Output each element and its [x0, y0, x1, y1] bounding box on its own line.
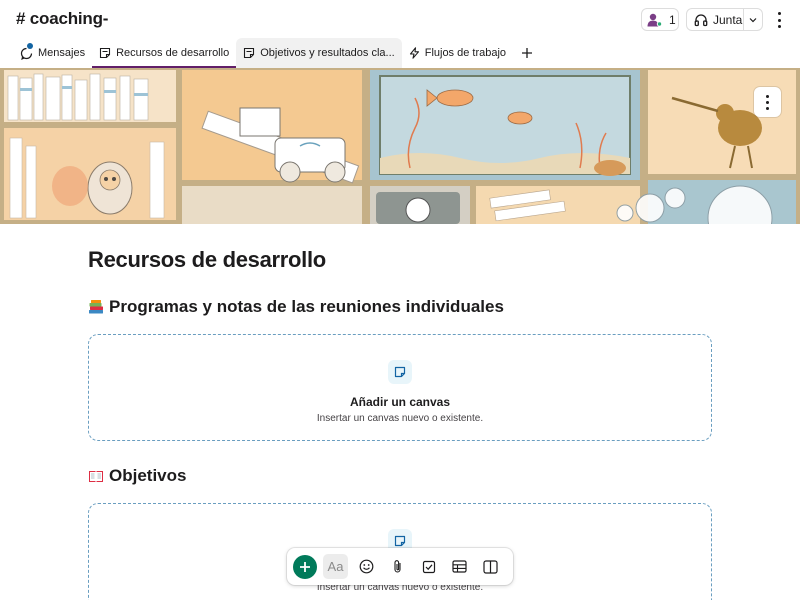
add-canvas-placeholder[interactable]: Añadir un canvas Insertar un canvas nuev…: [88, 334, 712, 441]
member-avatar-icon: [647, 13, 663, 27]
emoji-button[interactable]: [354, 554, 379, 579]
member-count: 1: [669, 12, 676, 27]
insert-button[interactable]: [293, 554, 317, 579]
channel-title[interactable]: # coaching-: [16, 9, 108, 29]
huddle-button[interactable]: Junta: [686, 8, 763, 31]
checklist-button[interactable]: [416, 554, 441, 579]
columns-icon: [483, 559, 498, 574]
page-title: Recursos de desarrollo: [88, 247, 326, 272]
tab-development-resources[interactable]: Recursos de desarrollo: [92, 38, 237, 68]
table-button[interactable]: [447, 554, 472, 579]
headphones-icon: [694, 13, 708, 26]
section-heading: Objetivos: [88, 466, 186, 486]
canvas-icon-container: [388, 360, 412, 384]
huddle-label: Junta: [713, 12, 743, 27]
members-button[interactable]: 1: [641, 8, 679, 31]
plus-icon: [300, 561, 310, 572]
section-heading: Programas y notas de las reuniones indiv…: [88, 297, 504, 317]
channel-tabs: Mensajes Recursos de desarrollo Objetivo…: [0, 38, 800, 68]
chevron-down-icon: [749, 17, 757, 22]
checkbox-icon: [422, 560, 435, 573]
canvas-icon: [100, 47, 111, 59]
add-canvas-subtitle: Insertar un canvas nuevo o existente.: [316, 413, 484, 424]
tab-label: Mensajes: [38, 47, 86, 59]
banner-illustration: [0, 68, 800, 224]
huddle-start[interactable]: Junta: [687, 9, 745, 30]
table-icon: [452, 560, 467, 573]
huddle-options[interactable]: [744, 17, 762, 23]
tab-label: Recursos de desarrollo: [116, 47, 230, 59]
canvas-formatting-toolbar: Aa: [287, 548, 513, 585]
open-book-emoji: [89, 471, 103, 482]
books-emoji: [89, 300, 103, 314]
columns-button[interactable]: [478, 554, 503, 579]
canvas-icon: [244, 47, 255, 59]
text-format-icon: Aa: [327, 559, 344, 574]
tab-objectives-key-results[interactable]: Objetivos y resultados cla...: [236, 38, 402, 68]
add-canvas-title[interactable]: Añadir un canvas: [350, 395, 450, 409]
tab-label: Objetivos y resultados cla...: [260, 47, 395, 59]
tab-workflows[interactable]: Flujos de trabajo: [402, 38, 513, 68]
section-heading-text: Programas y notas de las reuniones indiv…: [109, 297, 504, 316]
channel-header: # coaching- 1 Junta: [0, 0, 800, 40]
tab-messages[interactable]: Mensajes: [13, 38, 92, 68]
text-format-button[interactable]: Aa: [323, 554, 348, 579]
section-heading-text: Objetivos: [109, 466, 187, 485]
tab-label: Flujos de trabajo: [424, 47, 507, 59]
canvas-icon: [394, 366, 406, 378]
add-tab-button[interactable]: [513, 38, 541, 68]
lightning-icon: [409, 47, 419, 59]
plus-icon: [522, 48, 533, 58]
canvas-icon: [394, 535, 406, 547]
banner-more-options-icon[interactable]: [754, 87, 781, 117]
channel-banner: [0, 68, 800, 224]
unread-badge: [27, 43, 33, 49]
attach-icon: [393, 560, 401, 573]
attach-button[interactable]: [385, 554, 410, 579]
emoji-icon: [359, 559, 374, 574]
more-options-icon[interactable]: [772, 10, 786, 30]
